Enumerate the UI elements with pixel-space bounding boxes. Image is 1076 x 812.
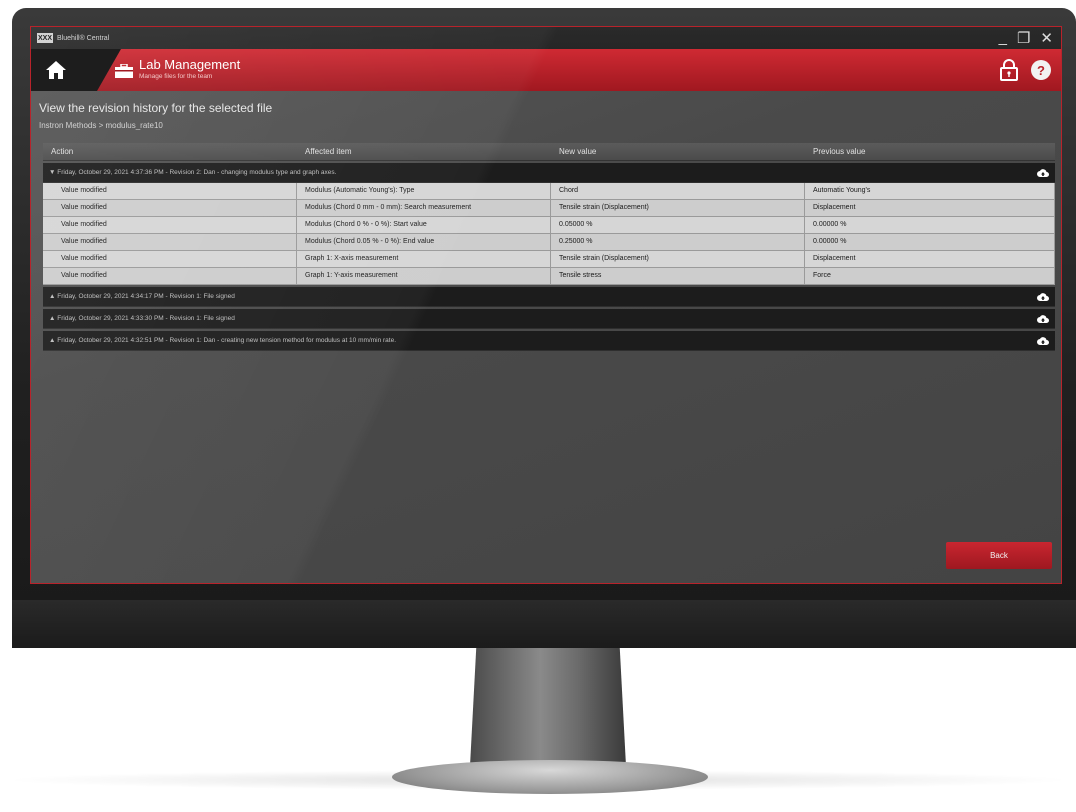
cloud-upload-icon[interactable] xyxy=(1037,314,1049,324)
cell-affected-item: Modulus (Automatic Young's): Type xyxy=(297,183,551,199)
revision-label: ▲ Friday, October 29, 2021 4:32:51 PM - … xyxy=(49,337,397,344)
cell-action: Value modified xyxy=(43,234,297,250)
revision-group-header[interactable]: ▲ Friday, October 29, 2021 4:32:51 PM - … xyxy=(43,331,1055,351)
cell-new-value: Chord xyxy=(551,183,805,199)
minimize-button[interactable]: _ xyxy=(999,29,1007,47)
restore-button[interactable]: ❐ xyxy=(1017,29,1030,47)
monitor-stand-neck xyxy=(470,648,626,766)
column-header-affected-item[interactable]: Affected item xyxy=(297,143,551,160)
monitor-chin xyxy=(12,600,1076,648)
app-title-row: XXX Bluehill® Central xyxy=(37,32,109,44)
column-header-new-value[interactable]: New value xyxy=(551,143,805,160)
cell-new-value: Tensile strain (Displacement) xyxy=(551,251,805,267)
revision-group-header[interactable]: ▲ Friday, October 29, 2021 4:34:17 PM - … xyxy=(43,287,1055,307)
table-row[interactable]: Value modified Modulus (Chord 0 mm - 0 m… xyxy=(43,200,1055,217)
table-row[interactable]: Value modified Graph 1: X-axis measureme… xyxy=(43,251,1055,268)
lock-icon[interactable] xyxy=(999,59,1019,81)
home-icon xyxy=(46,61,66,79)
monitor-scene: XXX Bluehill® Central _ ❐ ✕ Lab Manageme… xyxy=(0,0,1076,812)
app-window: XXX Bluehill® Central _ ❐ ✕ Lab Manageme… xyxy=(30,26,1062,584)
cloud-upload-icon[interactable] xyxy=(1037,336,1049,346)
revision-label: ▼ Friday, October 29, 2021 4:37:36 PM - … xyxy=(49,169,337,176)
cloud-upload-icon[interactable] xyxy=(1037,168,1049,178)
revision-group-header[interactable]: ▲ Friday, October 29, 2021 4:33:30 PM - … xyxy=(43,309,1055,329)
revision-label: ▲ Friday, October 29, 2021 4:33:30 PM - … xyxy=(49,315,235,322)
column-header-previous-value[interactable]: Previous value xyxy=(805,143,1055,160)
window-controls: _ ❐ ✕ xyxy=(999,29,1053,47)
collapsed-arrow-icon: ▲ xyxy=(49,293,58,300)
table-header: Action Affected item New value Previous … xyxy=(43,143,1055,161)
cell-action: Value modified xyxy=(43,200,297,216)
back-button[interactable]: Back xyxy=(946,542,1052,569)
cell-affected-item: Modulus (Chord 0.05 % - 0 %): End value xyxy=(297,234,551,250)
page-title: View the revision history for the select… xyxy=(39,101,273,115)
revision-label: ▲ Friday, October 29, 2021 4:34:17 PM - … xyxy=(49,293,235,300)
revision-group-header[interactable]: ▼ Friday, October 29, 2021 4:37:36 PM - … xyxy=(43,163,1055,183)
collapsed-arrow-icon: ▲ xyxy=(49,315,58,322)
cell-previous-value: Displacement xyxy=(805,200,1055,216)
cell-previous-value: Force xyxy=(805,268,1055,284)
cell-affected-item: Graph 1: X-axis measurement xyxy=(297,251,551,267)
help-icon[interactable]: ? xyxy=(1031,60,1051,80)
collapsed-arrow-icon: ▲ xyxy=(49,337,58,344)
cell-new-value: Tensile stress xyxy=(551,268,805,284)
cell-action: Value modified xyxy=(43,217,297,233)
cell-action: Value modified xyxy=(43,183,297,199)
column-header-action[interactable]: Action xyxy=(43,143,297,160)
cell-affected-item: Modulus (Chord 0 % - 0 %): Start value xyxy=(297,217,551,233)
cell-previous-value: 0.00000 % xyxy=(805,234,1055,250)
app-title: Bluehill® Central xyxy=(57,34,110,42)
cell-previous-value: Displacement xyxy=(805,251,1055,267)
cloud-upload-icon[interactable] xyxy=(1037,292,1049,302)
cell-affected-item: Modulus (Chord 0 mm - 0 mm): Search meas… xyxy=(297,200,551,216)
section-title: Lab Management xyxy=(139,57,241,72)
cell-action: Value modified xyxy=(43,251,297,267)
briefcase-icon xyxy=(115,64,133,78)
close-button[interactable]: ✕ xyxy=(1040,29,1053,47)
cell-action: Value modified xyxy=(43,268,297,284)
instron-logo: XXX xyxy=(37,33,53,43)
cell-previous-value: Automatic Young's xyxy=(805,183,1055,199)
cell-new-value: 0.25000 % xyxy=(551,234,805,250)
table-row[interactable]: Value modified Graph 1: Y-axis measureme… xyxy=(43,268,1055,285)
table-row[interactable]: Value modified Modulus (Chord 0.05 % - 0… xyxy=(43,234,1055,251)
table-row[interactable]: Value modified Modulus (Chord 0 % - 0 %)… xyxy=(43,217,1055,234)
table-row[interactable]: Value modified Modulus (Automatic Young'… xyxy=(43,183,1055,200)
cell-affected-item: Graph 1: Y-axis measurement xyxy=(297,268,551,284)
revision-history-table: Action Affected item New value Previous … xyxy=(43,143,1055,351)
cell-new-value: 0.05000 % xyxy=(551,217,805,233)
section-subtitle: Manage files for the team xyxy=(139,73,213,80)
home-button[interactable] xyxy=(31,49,81,91)
cell-new-value: Tensile strain (Displacement) xyxy=(551,200,805,216)
breadcrumb: Instron Methods > modulus_rate10 xyxy=(39,121,163,130)
expanded-arrow-icon: ▼ xyxy=(49,169,58,176)
revision-rows: Value modified Modulus (Automatic Young'… xyxy=(43,183,1055,285)
cell-previous-value: 0.00000 % xyxy=(805,217,1055,233)
monitor-stand-base xyxy=(392,760,708,794)
